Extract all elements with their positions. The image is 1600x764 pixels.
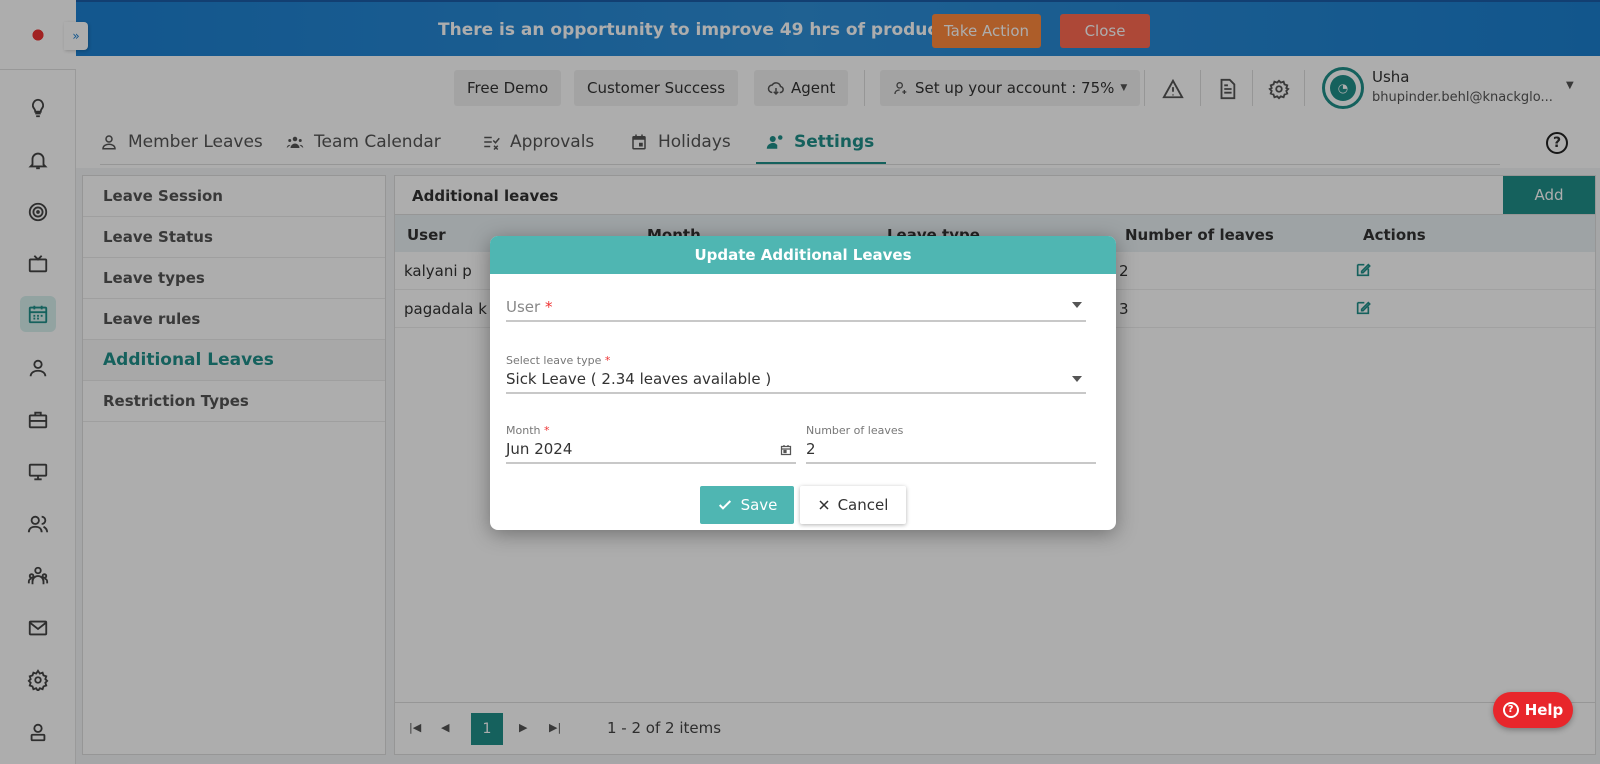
month-label: Month * xyxy=(506,424,550,437)
question-circle-icon: ? xyxy=(1502,702,1519,718)
cancel-button[interactable]: Cancel xyxy=(800,486,906,524)
help-label: Help xyxy=(1524,701,1564,719)
number-of-leaves-field[interactable]: Number of leaves 2 xyxy=(806,424,1096,464)
save-label: Save xyxy=(740,496,778,514)
month-value: Jun 2024 xyxy=(506,440,573,458)
help-button[interactable]: ? Help xyxy=(1493,692,1573,728)
user-placeholder: User * xyxy=(506,298,553,316)
number-of-leaves-value: 2 xyxy=(806,440,816,458)
leave-type-value: Sick Leave ( 2.34 leaves available ) xyxy=(506,370,772,388)
field-underline xyxy=(506,320,1086,322)
chevron-down-icon xyxy=(1072,302,1082,308)
update-additional-leaves-dialog: Update Additional Leaves User * Select l… xyxy=(490,236,1116,530)
chevron-down-icon xyxy=(1072,376,1082,382)
month-picker[interactable]: Month * Jun 2024 xyxy=(506,424,796,464)
leave-type-label: Select leave type * xyxy=(506,354,611,367)
save-button[interactable]: Save xyxy=(700,486,794,524)
field-underline xyxy=(806,462,1096,464)
check-icon xyxy=(718,500,731,510)
field-underline xyxy=(506,462,796,464)
dialog-title: Update Additional Leaves xyxy=(490,236,1116,274)
leave-type-dropdown[interactable]: Select leave type * Sick Leave ( 2.34 le… xyxy=(506,354,1086,394)
cancel-label: Cancel xyxy=(837,496,889,514)
field-underline xyxy=(506,392,1086,394)
calendar-picker-icon[interactable] xyxy=(780,444,792,456)
close-icon xyxy=(819,500,829,510)
number-of-leaves-label: Number of leaves xyxy=(806,424,904,437)
user-dropdown[interactable]: User * xyxy=(506,290,1086,322)
